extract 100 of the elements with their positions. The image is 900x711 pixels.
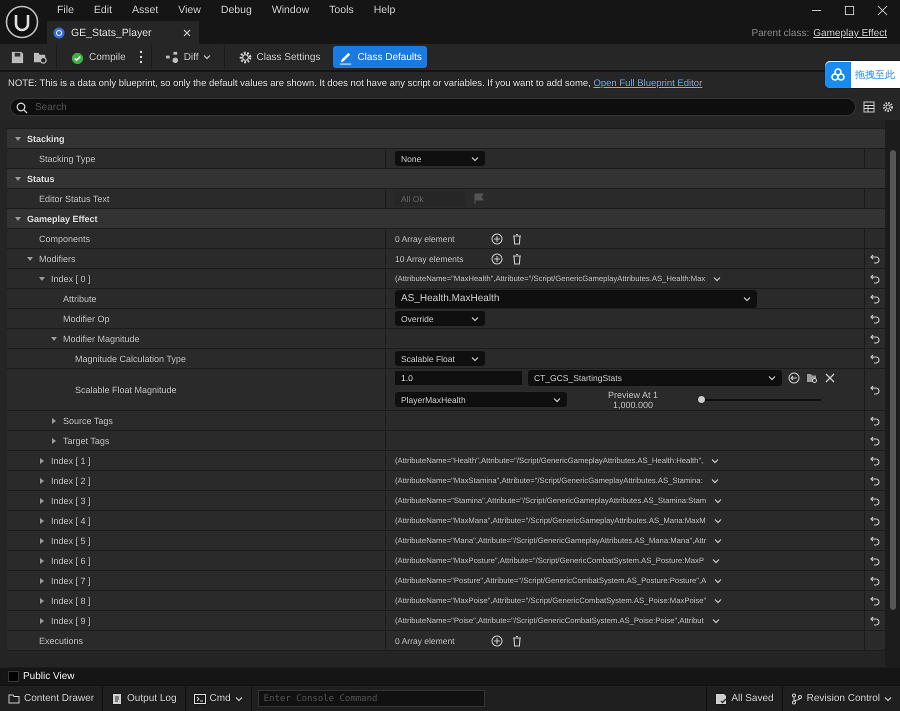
reset-icon[interactable] [870,274,880,284]
chevron-down-icon[interactable] [710,476,719,484]
cmd-button[interactable]: Cmd [186,686,252,711]
expander-icon[interactable] [38,576,46,584]
reset-icon[interactable] [870,576,880,586]
chevron-down-icon[interactable] [714,596,722,604]
expander-icon[interactable] [50,436,58,444]
menu-item[interactable]: File [47,4,84,16]
settings-icon[interactable] [882,101,894,113]
reset-icon[interactable] [870,354,880,364]
add-icon[interactable] [491,252,503,264]
reset-icon[interactable] [870,616,880,626]
delete-icon[interactable] [511,232,523,244]
reset-icon[interactable] [870,596,880,606]
expander-icon[interactable] [14,134,22,142]
menu-item[interactable]: Help [364,4,406,16]
expander-icon[interactable] [14,174,22,182]
dropdown[interactable]: AS_Health.MaxHealth [395,290,757,308]
expander-icon[interactable] [38,596,46,604]
folder-search-icon[interactable] [806,372,818,384]
reset-icon[interactable] [870,456,880,466]
expander-icon[interactable] [38,616,46,624]
content-drawer-button[interactable]: Content Drawer [0,686,104,711]
chevron-down-icon[interactable] [711,456,720,464]
reset-icon[interactable] [870,294,880,304]
reset-icon[interactable] [870,416,880,426]
close-icon[interactable] [183,28,191,36]
document-tab[interactable]: GE_Stats_Player [47,21,199,44]
info-note: NOTE: This is a data only blueprint, so only the default values are shown. It does not have any script or variables. If you want to add some, Open Full Blueprint Editor [8,78,702,88]
chevron-down-icon[interactable] [714,516,722,524]
engine-logo-icon[interactable] [5,5,39,39]
compile-button[interactable]: Compile [65,46,131,68]
array-count: 0 Array element [395,636,456,646]
menu-item[interactable]: Edit [84,4,122,16]
all-saved-button[interactable]: All Saved [706,686,782,711]
chevron-down-icon[interactable] [712,556,720,564]
delete-icon[interactable] [511,634,523,646]
log-icon [111,692,124,704]
curve-table-dropdown[interactable]: CT_GCS_StartingStats [528,370,782,386]
dropdown[interactable]: None [395,151,485,166]
preview-label: Preview At 1 [608,390,658,400]
use-selected-icon[interactable] [788,372,800,384]
more-options-icon[interactable] [138,50,143,64]
expander-icon[interactable] [38,556,46,564]
chevron-down-icon[interactable] [712,616,720,624]
chevron-down-icon [471,314,479,322]
expander-icon[interactable] [38,536,46,544]
mode-button[interactable]: Class Settings [232,46,326,68]
expander-icon[interactable] [38,456,46,464]
menu-item[interactable]: Asset [122,4,168,16]
console-input[interactable]: Enter Console Command [258,690,485,707]
parent-class-link[interactable]: Gameplay Effect [813,28,887,39]
expander-icon[interactable] [14,214,22,222]
reset-icon[interactable] [870,334,880,344]
expander-icon[interactable] [38,476,46,484]
menu-item[interactable]: Window [262,4,320,16]
reset-icon[interactable] [870,436,880,446]
diff-button[interactable]: Diff [160,46,216,68]
dropdown[interactable]: Scalable Float [395,351,485,366]
editor-link[interactable]: Open Full Blueprint Editor [593,78,702,88]
menu-item[interactable]: Tools [319,4,364,16]
scrollbar-thumb[interactable] [890,150,896,610]
close-icon[interactable] [877,4,888,16]
add-icon[interactable] [491,634,503,646]
menu-item[interactable]: Debug [210,4,262,16]
reset-icon[interactable] [870,556,880,566]
row-name-dropdown[interactable]: PlayerMaxHealth [395,392,567,407]
reset-icon[interactable] [870,536,880,546]
number-field[interactable]: 1.0 [395,370,522,384]
property-name: Index [ 7 ] [51,576,91,586]
expander-icon[interactable] [50,334,58,342]
expander-icon[interactable] [38,496,46,504]
add-icon[interactable] [491,232,503,244]
chevron-down-icon[interactable] [714,576,722,584]
maximize-icon[interactable] [844,4,855,16]
chevron-down-icon[interactable] [714,536,722,544]
output-log-button[interactable]: Output Log [103,686,186,711]
expander-icon[interactable] [26,254,34,262]
checkbox[interactable] [8,671,19,682]
menu-item[interactable]: View [168,4,211,16]
clear-icon[interactable] [824,372,836,384]
reset-icon[interactable] [870,384,880,394]
expander-icon[interactable] [50,416,58,424]
mode-button[interactable]: Class Defaults [333,46,427,68]
expander-icon[interactable] [38,516,46,524]
chevron-down-icon[interactable] [714,496,722,504]
property-name: Index [ 1 ] [51,456,91,466]
reset-icon[interactable] [870,496,880,506]
revision-control-button[interactable]: Revision Control [782,686,900,711]
chevron-down-icon[interactable] [713,274,722,282]
dropdown[interactable]: Override [395,311,485,326]
save-icon[interactable] [10,50,25,64]
reset-icon[interactable] [870,476,880,486]
reset-icon[interactable] [870,314,880,324]
delete-icon[interactable] [511,252,523,264]
grid-view-icon[interactable] [863,101,875,113]
expander-icon[interactable] [38,274,46,282]
reset-icon[interactable] [870,254,880,264]
search-field[interactable]: Search [10,98,856,116]
reset-icon[interactable] [870,516,880,526]
